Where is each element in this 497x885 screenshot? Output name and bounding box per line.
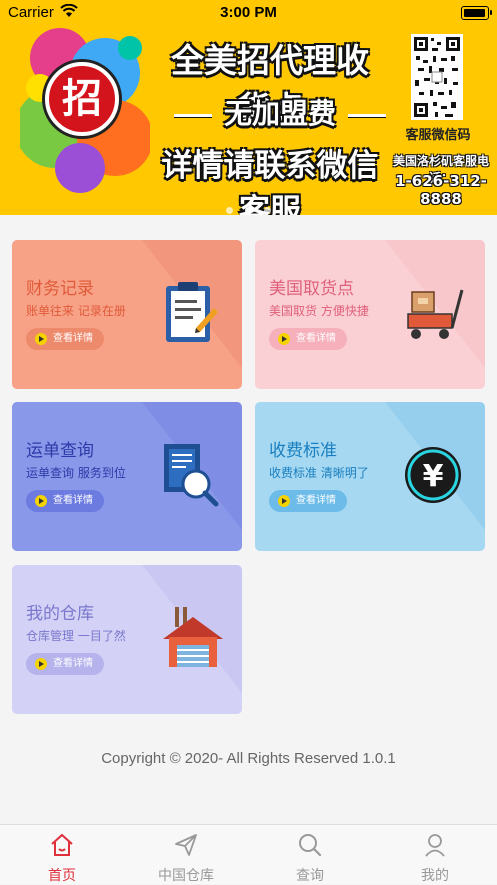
clipboard-icon (166, 282, 218, 342)
clock: 3:00 PM (220, 4, 277, 21)
card-fee-standard[interactable]: 收费标准 收费标准 清晰明了 查看详情 ¥ (255, 402, 485, 551)
search-icon (299, 834, 322, 857)
view-details-button[interactable]: 查看详情 (26, 490, 104, 512)
user-icon (425, 834, 445, 857)
card-my-warehouse[interactable]: 我的仓库 仓库管理 一目了然 查看详情 (12, 565, 242, 714)
card-title: 美国取货点 (269, 279, 354, 299)
card-waybill-query[interactable]: 运单查询 运单查询 服务到位 查看详情 (12, 402, 242, 551)
tab-home[interactable]: 首页 (0, 825, 124, 884)
yen-coin-icon: ¥ (405, 447, 461, 503)
carousel-indicator[interactable] (0, 199, 497, 215)
view-details-button[interactable]: 查看详情 (269, 490, 347, 512)
battery-icon (461, 6, 492, 20)
button-label: 查看详情 (296, 495, 336, 506)
card-title: 财务记录 (26, 279, 94, 299)
card-subtitle: 账单往来 记录在册 (26, 304, 126, 318)
play-icon (35, 658, 47, 670)
card-subtitle: 运单查询 服务到位 (26, 466, 126, 480)
carousel-dot[interactable] (264, 207, 271, 214)
tab-china-warehouse[interactable]: 中国仓库 (124, 825, 248, 884)
card-title: 我的仓库 (26, 604, 94, 624)
tab-bar: 首页 中国仓库 查询 我的 (0, 824, 497, 884)
card-subtitle: 美国取货 方便快捷 (269, 304, 369, 318)
banner-no-fee: 无加盟费 (223, 97, 336, 130)
button-label: 查看详情 (53, 495, 93, 506)
tab-label: 查询 (296, 868, 324, 884)
divider-left (173, 113, 212, 117)
card-title: 运单查询 (26, 441, 94, 461)
recruit-badge: 招 (45, 62, 119, 136)
divider-right (348, 113, 386, 117)
promo-banner[interactable]: 招 全美招代理收货点 无加盟费 详情请联系微信客服 客服微信码 美国洛杉矶客服电… (0, 0, 497, 215)
qr-caption: 客服微信码 (405, 128, 471, 143)
card-finance-records[interactable]: 财务记录 账单往来 记录在册 查看详情 (12, 240, 242, 389)
card-subtitle: 收费标准 清晰明了 (269, 466, 369, 480)
button-label: 查看详情 (53, 658, 93, 669)
play-icon (35, 333, 47, 345)
tab-profile[interactable]: 我的 (373, 825, 497, 884)
copyright-text: Copyright © 2020- All Rights Reserved 1.… (101, 750, 396, 767)
button-label: 查看详情 (53, 333, 93, 344)
send-icon (175, 834, 197, 856)
button-label: 查看详情 (296, 333, 336, 344)
qr-code-image (411, 34, 463, 120)
view-details-button[interactable]: 查看详情 (26, 328, 104, 350)
tab-label: 中国仓库 (158, 868, 214, 884)
document-search-icon (164, 444, 219, 507)
card-title: 收费标准 (269, 441, 337, 461)
tab-label: 首页 (48, 868, 76, 884)
status-bar: Carrier 3:00 PM (0, 0, 497, 26)
tab-label: 我的 (421, 868, 449, 884)
play-icon (278, 333, 290, 345)
carousel-dot-active[interactable] (245, 207, 252, 214)
view-details-button[interactable]: 查看详情 (269, 328, 347, 350)
card-subtitle: 仓库管理 一目了然 (26, 629, 126, 643)
home-icon (51, 833, 73, 856)
banner-subline: 无加盟费 (160, 92, 400, 132)
carousel-dot[interactable] (226, 207, 233, 214)
play-icon (35, 495, 47, 507)
svg-text:¥: ¥ (423, 459, 444, 494)
play-icon (278, 495, 290, 507)
tab-query[interactable]: 查询 (248, 825, 372, 884)
cart-icon (407, 289, 464, 339)
view-details-button[interactable]: 查看详情 (26, 653, 104, 675)
warehouse-icon (163, 607, 223, 667)
card-us-pickup-point[interactable]: 美国取货点 美国取货 方便快捷 查看详情 (255, 240, 485, 389)
